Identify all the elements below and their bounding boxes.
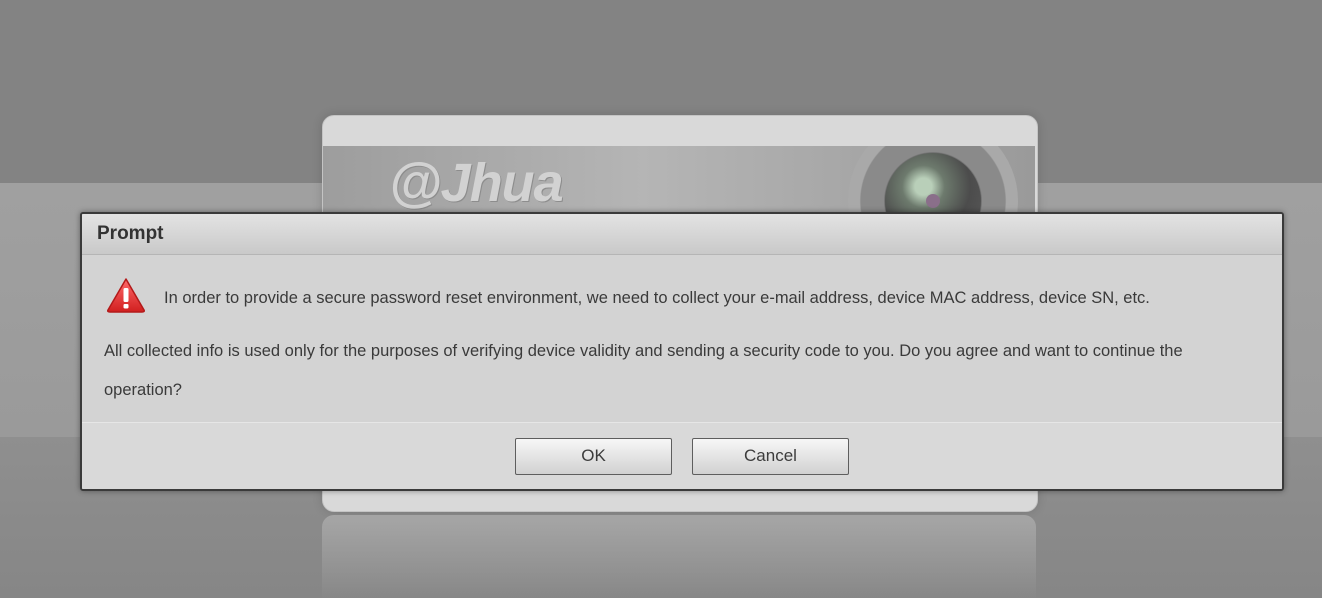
dialog-message-line2: All collected info is used only for the … xyxy=(104,342,1183,399)
cancel-button[interactable]: Cancel xyxy=(692,437,849,475)
prompt-dialog: Prompt In order to provide a secure pass… xyxy=(80,212,1284,491)
login-panel-reflection xyxy=(322,515,1036,598)
lens-dot xyxy=(926,194,940,208)
dialog-footer: OK Cancel xyxy=(82,423,1282,489)
dialog-message-line1: In order to provide a secure password re… xyxy=(164,289,1150,307)
brand-logo: @Jhua xyxy=(389,153,564,213)
dialog-title: Prompt xyxy=(97,223,164,244)
warning-icon xyxy=(107,278,145,313)
screen: @Jhua Prompt In order to provide a secur… xyxy=(0,0,1322,598)
ok-button[interactable]: OK xyxy=(515,437,672,475)
dialog-header: Prompt xyxy=(82,214,1282,255)
dialog-body: In order to provide a secure password re… xyxy=(82,255,1282,423)
